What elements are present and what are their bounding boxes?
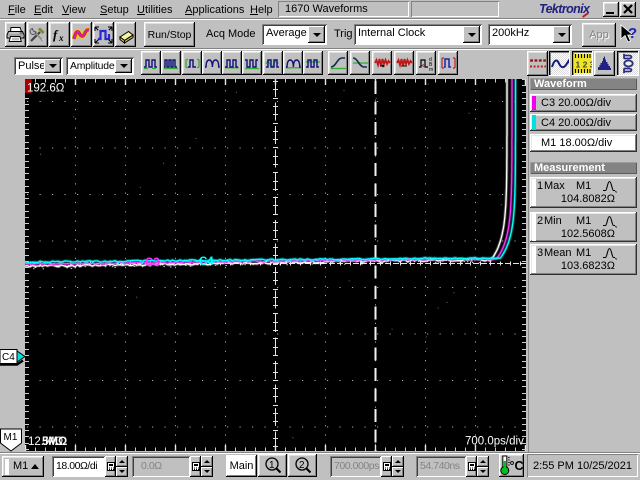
svg-text:m: m [429, 67, 433, 71]
svg-text:700.0ps/div: 700.0ps/div [465, 436, 524, 448]
svg-text:C4: C4 [2, 352, 15, 363]
svg-text:x: x [58, 33, 64, 43]
svg-text:M1: M1 [4, 432, 18, 443]
svg-text:1: 1 [269, 460, 275, 471]
svg-text:°C: °C [509, 459, 523, 473]
svg-text:?: ? [628, 25, 637, 42]
svg-text:192.6Ω: 192.6Ω [27, 83, 65, 95]
svg-text:2: 2 [299, 460, 305, 471]
svg-text:1 2 3: 1 2 3 [576, 60, 593, 70]
svg-text:C3: C3 [145, 257, 160, 269]
svg-text:MΩ: MΩ [45, 436, 64, 448]
svg-text:C4: C4 [199, 256, 214, 268]
